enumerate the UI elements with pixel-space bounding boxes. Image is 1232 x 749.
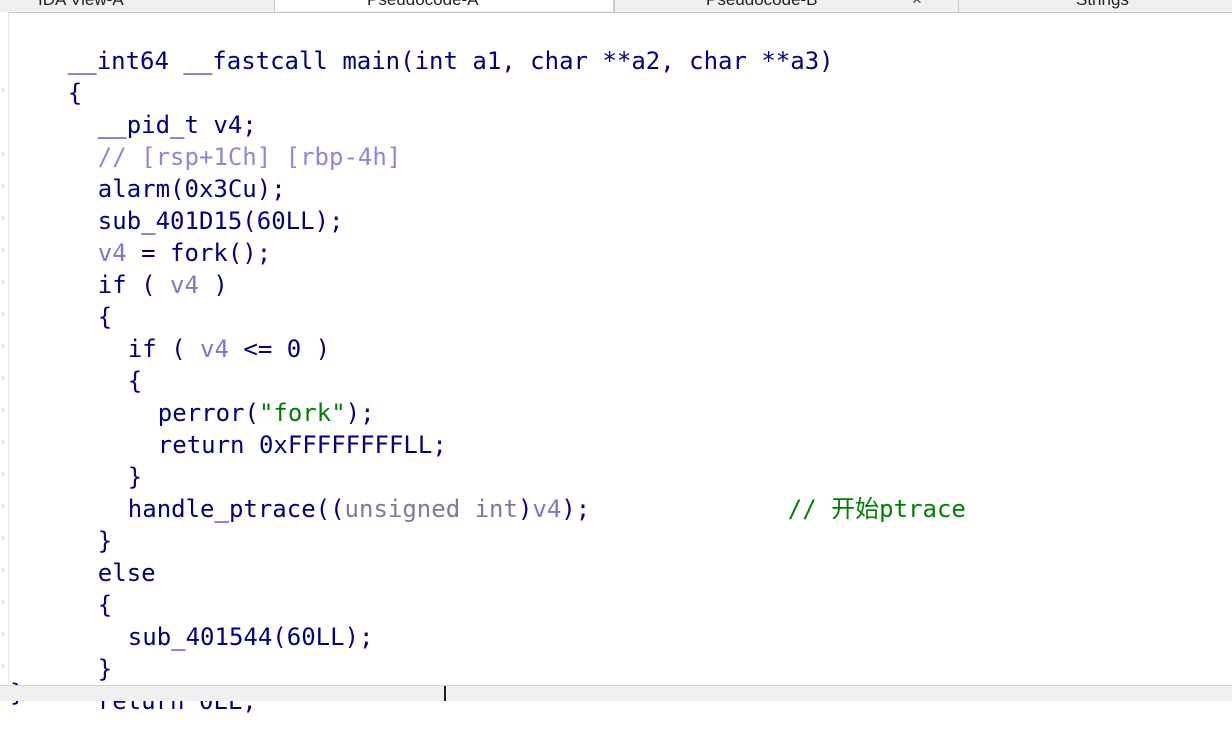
gutter-marker: › xyxy=(0,85,7,96)
code-line-sub-call[interactable]: sub_401D15(60LL); xyxy=(40,173,344,235)
tab-pseudocode-b[interactable]: Pseudocode-B xyxy=(706,0,818,11)
tab-ida-view-a[interactable]: IDA View-A xyxy=(38,0,124,11)
code-line-brace[interactable]: { xyxy=(40,557,112,619)
tab-bar: IDA View-A Pseudocode-A Pseudocode-B × S… xyxy=(0,0,1232,13)
gutter-marker: › xyxy=(0,501,7,512)
tab-strings[interactable]: Strings xyxy=(1076,0,1129,11)
type-cast: unsigned int xyxy=(344,495,518,523)
code-line-brace[interactable]: } xyxy=(40,621,112,683)
gutter-marker: › xyxy=(0,597,7,608)
ptrace-comment[interactable]: // 开始ptrace xyxy=(788,495,966,523)
gutter-marker: › xyxy=(0,373,7,384)
code-line-return-error[interactable]: return 0xFFFFFFFFLL; xyxy=(100,397,447,459)
sub-401544-call[interactable]: sub_401544(60LL); xyxy=(128,623,374,651)
if-condition: <= 0 ) xyxy=(228,335,331,363)
gutter-marker: › xyxy=(0,213,7,224)
gutter-marker: › xyxy=(0,341,7,352)
variable-v4[interactable]: v4 xyxy=(200,335,229,363)
line-gutter: › › › › › › › › › › › › › › › › › › xyxy=(0,12,9,684)
variable-v4[interactable]: v4 xyxy=(532,495,561,523)
code-line-inner-if[interactable]: if ( v4 <= 0 ) xyxy=(70,301,330,363)
gutter-marker: › xyxy=(0,469,7,480)
code-line-signature[interactable]: __int64 __fastcall main(int a1, char **a… xyxy=(10,13,834,75)
code-line-brace[interactable]: { xyxy=(40,269,112,331)
handle-ptrace-call[interactable]: handle_ptrace(( xyxy=(128,495,345,523)
declaration-text[interactable]: __pid_t v4; xyxy=(98,111,257,139)
return-error[interactable]: return 0xFFFFFFFFLL; xyxy=(158,431,447,459)
code-line-alarm[interactable]: alarm(0x3Cu); xyxy=(40,141,286,203)
code-line-else[interactable]: else xyxy=(40,525,156,587)
code-comment-ptrace[interactable]: // 开始ptrace xyxy=(730,461,966,523)
horizontal-scrollbar[interactable] xyxy=(0,685,1232,701)
gutter-marker: › xyxy=(0,533,7,544)
code-line-brace[interactable]: } xyxy=(40,493,112,555)
call-close: ); xyxy=(561,495,591,523)
code-line-fork[interactable]: v4 = fork(); xyxy=(40,205,271,267)
gutter-marker: › xyxy=(0,149,7,160)
gutter-marker: › xyxy=(0,437,7,448)
code-line-sub2[interactable]: sub_401544(60LL); xyxy=(70,589,374,651)
gutter-marker: › xyxy=(0,565,7,576)
gutter-marker: › xyxy=(0,405,7,416)
gutter-marker: › xyxy=(0,277,7,288)
cast-close: ) xyxy=(517,495,533,523)
tab-pseudocode-a[interactable]: Pseudocode-A xyxy=(274,0,614,11)
gutter-marker: › xyxy=(0,181,7,192)
if-close: ) xyxy=(198,271,228,299)
variable-v4[interactable]: v4 xyxy=(170,271,199,299)
tab-separator xyxy=(958,0,959,12)
code-line-open-brace[interactable]: { xyxy=(10,45,82,107)
function-signature[interactable]: __int64 __fastcall main(int a1, char **a… xyxy=(68,47,834,75)
tab-close-icon[interactable]: × xyxy=(912,0,922,11)
code-line-handle-ptrace[interactable]: handle_ptrace((unsigned int)v4); xyxy=(70,461,1170,523)
text-cursor xyxy=(444,686,446,701)
code-line-return-ok[interactable]: return 0LL; xyxy=(40,653,257,715)
gutter-marker: › xyxy=(0,629,7,640)
tab-separator xyxy=(614,0,615,12)
code-line-perror[interactable]: perror("fork"); xyxy=(100,365,375,427)
gutter-marker: › xyxy=(0,661,7,672)
gutter-marker: › xyxy=(0,309,7,320)
code-line-declaration[interactable]: __pid_t v4; // [rsp+1Ch] [rbp-4h] xyxy=(40,77,401,171)
code-line-brace[interactable]: { xyxy=(70,333,142,395)
code-line-brace[interactable]: } xyxy=(70,429,142,491)
gutter-marker: › xyxy=(0,245,7,256)
code-line-if[interactable]: if ( v4 ) xyxy=(40,237,228,299)
